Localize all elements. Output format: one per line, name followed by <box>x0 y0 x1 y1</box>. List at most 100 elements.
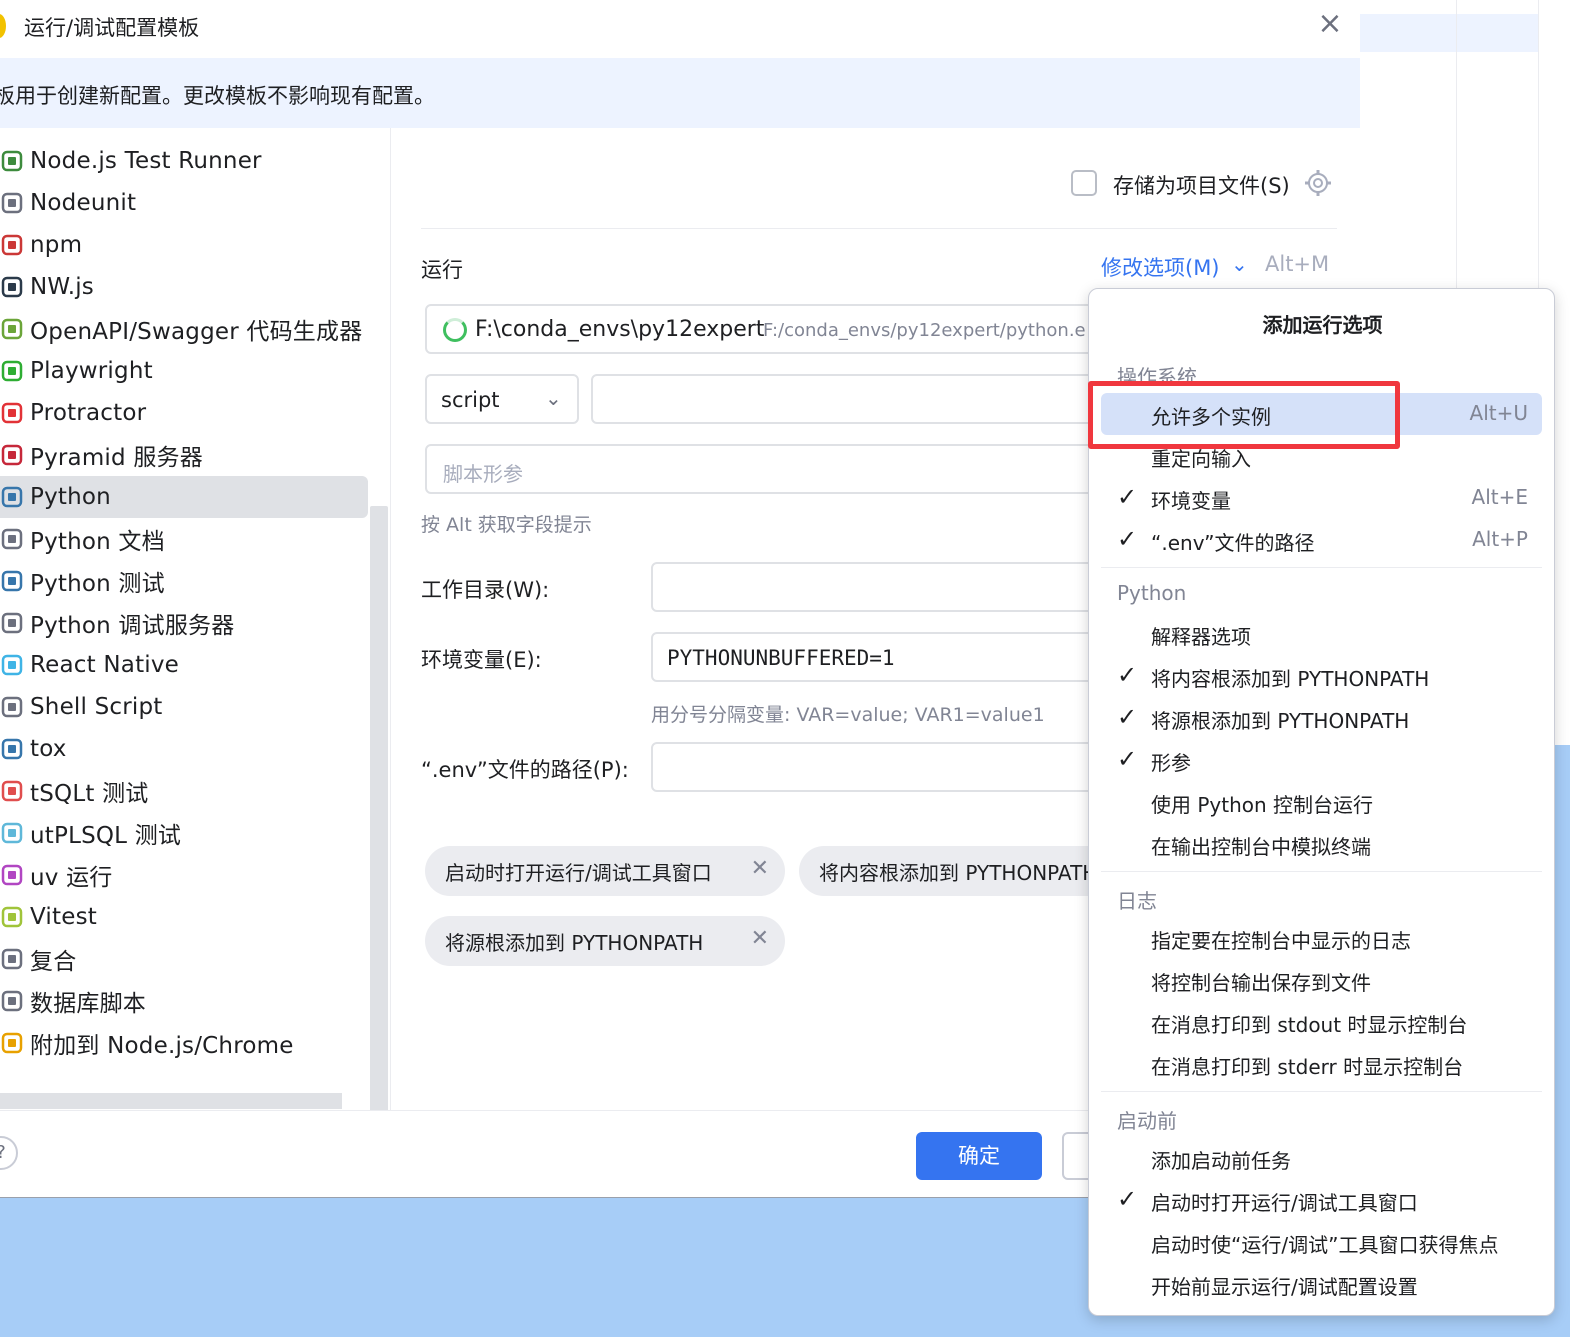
ok-button[interactable]: 确定 <box>916 1132 1042 1180</box>
menu-item[interactable]: 解释器选项 <box>1101 613 1542 655</box>
menu-item[interactable]: 启动时使“运行/调试”工具窗口获得焦点 <box>1101 1221 1542 1263</box>
menu-item[interactable]: 在消息打印到 stdout 时显示控制台 <box>1101 1001 1542 1043</box>
terminal-icon <box>0 695 24 719</box>
list-item-label: 附加到 Node.js/Chrome <box>30 1033 294 1059</box>
menu-item[interactable]: 指定要在控制台中显示的日志 <box>1101 917 1542 959</box>
list-item[interactable]: Vitest <box>0 896 368 938</box>
check-icon: ✓ <box>1117 483 1138 511</box>
list-item-label: Python 调试服务器 <box>30 613 235 639</box>
check-icon: ✓ <box>1117 1185 1138 1213</box>
list-item[interactable]: npm <box>0 224 368 266</box>
menu-item[interactable]: ✓ 形参 <box>1101 739 1542 781</box>
close-icon[interactable]: ✕ <box>751 926 769 951</box>
menu-item-label: 环境变量 <box>1151 489 1231 513</box>
check-icon: ✓ <box>1117 661 1138 689</box>
menu-item[interactable]: 允许多个实例 Alt+U <box>1101 393 1542 435</box>
menu-item[interactable]: 添加启动前任务 <box>1101 1137 1542 1179</box>
script-path-input[interactable] <box>591 374 1125 424</box>
list-item[interactable]: 数据库脚本 <box>0 980 368 1022</box>
chevron-down-icon[interactable]: ⌄ <box>1231 252 1248 276</box>
python-icon <box>0 485 24 509</box>
horizontal-scrollbar[interactable] <box>0 1093 342 1109</box>
menu-item[interactable]: 重定向输入 <box>1101 435 1542 477</box>
menu-item-label: 将控制台输出保存到文件 <box>1151 971 1371 995</box>
vertical-scrollbar[interactable] <box>370 506 388 1110</box>
menu-item-shortcut: Alt+P <box>1472 527 1528 551</box>
list-item-label: Shell Script <box>30 694 163 720</box>
section-header: 操作系统 <box>1117 365 1197 389</box>
menu-separator <box>1101 871 1542 872</box>
list-item[interactable]: Nodeunit <box>0 182 368 224</box>
list-item[interactable]: OpenAPI/Swagger 代码生成器 <box>0 308 368 350</box>
script-type-dropdown[interactable]: script ⌄ <box>425 374 579 424</box>
working-dir-input[interactable] <box>651 562 1125 612</box>
menu-item[interactable]: 使用 Python 控制台运行 <box>1101 781 1542 823</box>
menu-item[interactable]: ✓ 环境变量 Alt+E <box>1101 477 1542 519</box>
menu-item-label: 形参 <box>1151 751 1191 775</box>
app-icon <box>0 14 6 38</box>
database-icon <box>0 821 24 845</box>
menu-item[interactable]: ✓ 将内容根添加到 PYTHONPATH <box>1101 655 1542 697</box>
tox-icon <box>0 737 24 761</box>
list-item[interactable]: utPLSQL 测试 <box>0 812 368 854</box>
modify-options-link[interactable]: 修改选项(M) <box>1101 252 1220 282</box>
menu-separator <box>1101 1091 1542 1092</box>
close-icon[interactable]: ✕ <box>751 856 769 881</box>
folder-icon <box>0 947 24 971</box>
menu-item-label: 指定要在控制台中显示的日志 <box>1151 929 1411 953</box>
uv-icon <box>0 863 24 887</box>
interpreter-select[interactable]: F:\conda_envs\py12expert F:/conda_envs/p… <box>425 304 1125 354</box>
menu-item[interactable]: 将控制台输出保存到文件 <box>1101 959 1542 1001</box>
loading-spinner-icon <box>443 318 467 342</box>
background-highlight-row <box>1360 14 1538 52</box>
list-item[interactable]: tSQLt 测试 <box>0 770 368 812</box>
menu-item-label: 在消息打印到 stdout 时显示控制台 <box>1151 1013 1468 1037</box>
list-item[interactable]: Python <box>0 476 368 518</box>
menu-item-label: “.env”文件的路径 <box>1151 531 1315 555</box>
list-item[interactable]: Python 调试服务器 <box>0 602 368 644</box>
python-test-icon <box>0 569 24 593</box>
list-item-label: Python 文档 <box>30 529 165 555</box>
list-item[interactable]: Pyramid 服务器 <box>0 434 368 476</box>
list-item[interactable]: Python 测试 <box>0 560 368 602</box>
help-button[interactable]: ? <box>0 1136 18 1170</box>
list-item-label: Python <box>30 484 111 510</box>
menu-item[interactable]: ✓ 启动时打开运行/调试工具窗口 <box>1101 1179 1542 1221</box>
dotenv-input[interactable] <box>651 742 1125 792</box>
list-item-label: Protractor <box>30 400 147 426</box>
menu-item[interactable]: ✓ “.env”文件的路径 Alt+P <box>1101 519 1542 561</box>
menu-item[interactable]: 在输出控制台中模拟终端 <box>1101 823 1542 865</box>
script-params-input[interactable]: 脚本形参 <box>425 444 1125 494</box>
menu-item-label: 将内容根添加到 PYTHONPATH <box>1151 667 1430 691</box>
menu-separator <box>1101 567 1542 568</box>
title-bar: 运行/调试配置模板 × <box>0 0 1360 58</box>
alt-hint: 按 Alt 获取字段提示 <box>421 514 592 536</box>
list-item-label: utPLSQL 测试 <box>30 823 182 849</box>
template-list: Node.js Test Runner Nodeunit npm NW.js OpenA… <box>0 128 390 1110</box>
list-item[interactable]: Node.js Test Runner <box>0 140 368 182</box>
menu-item[interactable]: 在消息打印到 stderr 时显示控制台 <box>1101 1043 1542 1085</box>
store-as-project-file-checkbox[interactable] <box>1071 170 1097 196</box>
list-item[interactable]: Protractor <box>0 392 368 434</box>
check-icon: ✓ <box>1117 525 1138 553</box>
menu-item[interactable]: 开始前显示运行/调试配置设置 <box>1101 1263 1542 1305</box>
script-type-value: script <box>441 388 500 412</box>
list-item[interactable]: uv 运行 <box>0 854 368 896</box>
list-item-label: Python 测试 <box>30 571 165 597</box>
list-item[interactable]: tox <box>0 728 368 770</box>
list-item[interactable]: React Native <box>0 644 368 686</box>
menu-item[interactable]: ✓ 将源根添加到 PYTHONPATH <box>1101 697 1542 739</box>
env-vars-input[interactable]: PYTHONUNBUFFERED=1 <box>651 632 1125 682</box>
section-header: 日志 <box>1117 889 1157 913</box>
list-item-label: 复合 <box>30 949 77 975</box>
list-item[interactable]: Playwright <box>0 350 368 392</box>
gear-icon[interactable] <box>1303 168 1333 198</box>
list-item[interactable]: 复合 <box>0 938 368 980</box>
list-item[interactable]: NW.js <box>0 266 368 308</box>
list-item[interactable]: Shell Script <box>0 686 368 728</box>
close-icon[interactable]: × <box>1316 9 1344 39</box>
menu-item-label: 将源根添加到 PYTHONPATH <box>1151 709 1410 733</box>
list-item[interactable]: Python 文档 <box>0 518 368 560</box>
list-item[interactable]: 附加到 Node.js/Chrome <box>0 1022 368 1064</box>
env-vars-hint: 用分号分隔变量: VAR=value; VAR1=value1 <box>651 704 1045 726</box>
